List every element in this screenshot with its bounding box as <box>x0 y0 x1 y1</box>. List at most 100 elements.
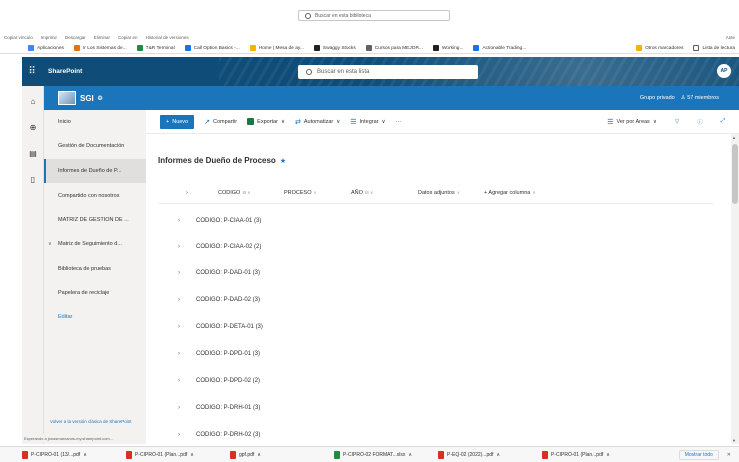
bookmark-item[interactable]: Cursos para MEJOR... <box>365 45 423 51</box>
column-header-ano[interactable]: AÑO ⊟ ∨ <box>351 190 373 196</box>
integrate-button[interactable]: ☰ Integrar ∨ <box>350 118 385 126</box>
site-logo[interactable] <box>58 91 76 105</box>
list-search-box[interactable]: Buscar en esta lista <box>298 65 478 79</box>
download-item[interactable]: P-CIPRO-01 (13/...pdf ∧ <box>22 450 118 459</box>
list-search-placeholder: Buscar en esta lista <box>317 69 370 75</box>
document-icon[interactable]: ▯ <box>28 174 38 184</box>
classic-view-link[interactable]: Volver a la versión clásica de SharePoin… <box>50 419 142 425</box>
home-icon[interactable]: ⌂ <box>28 96 38 106</box>
sharepoint-brand[interactable]: SharePoint <box>48 68 82 75</box>
expand-chevron-icon[interactable]: › <box>178 297 190 303</box>
expand-chevron-icon[interactable]: › <box>178 405 190 411</box>
expand-chevron-icon[interactable]: › <box>178 270 190 276</box>
delete-command[interactable]: Eliminar <box>94 35 110 40</box>
follow-icon[interactable]: ❂ <box>98 95 103 102</box>
nav-item-biblioteca-pruebas[interactable]: Biblioteca de pruebas <box>44 257 146 281</box>
share-button[interactable]: ↗ Compartir <box>204 118 237 126</box>
expand-chevron-icon[interactable]: › <box>178 378 190 384</box>
scroll-up-icon[interactable]: ▲ <box>732 135 736 140</box>
close-icon[interactable]: ✕ <box>727 452 731 458</box>
browser-search-placeholder: Buscar en esta biblioteca <box>315 12 371 19</box>
group-row[interactable]: › CODIGO: P-CIAA-01 (3) <box>158 208 713 234</box>
add-column-button[interactable]: + Agregar columna ∨ <box>484 190 536 196</box>
download-command[interactable]: Descargar <box>65 35 86 40</box>
site-membership: Grupo privado ♙ 57 miembros <box>640 95 719 101</box>
download-item[interactable]: gpf.pdf ∧ <box>230 450 326 459</box>
more-commands-button[interactable]: ··· <box>396 119 402 125</box>
site-name[interactable]: SGI <box>80 94 94 103</box>
group-row[interactable]: › CODIGO: P-DRH-01 (3) <box>158 395 713 421</box>
avatar[interactable]: AP <box>717 64 731 78</box>
reading-list[interactable]: Lista de lectura <box>693 45 735 51</box>
scroll-thumb[interactable] <box>732 144 738 204</box>
app-launcher-icon[interactable]: ⠿ <box>22 57 42 86</box>
bookmark-item[interactable]: T&R Terminal <box>136 45 175 51</box>
nav-item-informes-dueno[interactable]: Informes de Dueño de P... <box>44 159 146 183</box>
export-button[interactable]: Exportar ∨ <box>247 118 285 125</box>
group-row[interactable]: › CODIGO: P-DRH-02 (3) <box>158 422 713 444</box>
download-item[interactable]: P-CIPRO-02 FORMAT...xlsx ∧ <box>334 450 430 459</box>
nav-item-compartido[interactable]: Compartido con nosotros <box>44 184 146 208</box>
expand-chevron-icon[interactable]: › <box>178 244 190 250</box>
info-icon[interactable]: ⓘ <box>697 118 703 126</box>
bookmark-item[interactable]: Home | Mesa de ay... <box>249 45 304 51</box>
list-view: Informes de Dueño de Proceso ★ › CODIGO ⊟… <box>146 134 731 444</box>
news-icon[interactable]: ▤ <box>28 148 38 158</box>
group-row[interactable]: › CODIGO: P-DAD-02 (3) <box>158 287 713 313</box>
nav-item-matriz-seguimiento[interactable]: ∨ Matriz de Seguimiento d... <box>44 232 146 256</box>
filter-icon[interactable]: ▽ <box>675 119 679 125</box>
download-item[interactable]: P-CIPRO-01 (Plan...pdf ∧ <box>542 450 638 459</box>
back-command[interactable]: Ante <box>726 35 739 40</box>
bookmark-item[interactable]: Working... <box>432 45 463 51</box>
nav-edit-link[interactable]: Editar <box>44 305 146 329</box>
download-item[interactable]: P-CIPRO-01 (Plan...pdf ∧ <box>126 450 222 459</box>
new-button[interactable]: + Nuevo <box>160 114 195 129</box>
group-row[interactable]: › CODIGO: P-DETA-01 (3) <box>158 314 713 340</box>
bookmark-item[interactable]: Call Option Basics -... <box>184 45 240 51</box>
column-header-datos-adjuntos[interactable]: Datos adjuntos ∨ <box>418 190 460 196</box>
view-selector[interactable]: ☰ Ver por Areas ∨ <box>607 118 657 126</box>
globe-icon[interactable]: ⊕ <box>28 122 38 132</box>
bookmark-item[interactable]: Actionable Trading... <box>473 45 526 51</box>
group-row[interactable]: › CODIGO: P-DPD-01 (3) <box>158 341 713 367</box>
favorite-star-icon[interactable]: ★ <box>280 157 286 165</box>
version-history-command[interactable]: Historial de versiones <box>146 35 189 40</box>
bookmark-apps[interactable]: Aplicaciones <box>28 45 64 51</box>
bookmark-favicon-icon <box>184 45 191 51</box>
scroll-down-icon[interactable]: ▼ <box>732 438 736 443</box>
expand-chevron-icon[interactable]: › <box>178 351 190 357</box>
list-scrollbar[interactable]: ▲ ▼ <box>731 134 739 444</box>
copy-to-command[interactable]: Copiar en <box>118 35 138 40</box>
browser-status-text: Esperando a jonasmarcanos-my.sharepoint.… <box>22 434 152 443</box>
bookmark-item[interactable]: Ir Los Sistemas de... <box>73 45 127 51</box>
chevron-up-icon: ∧ <box>190 451 194 458</box>
show-all-downloads-button[interactable]: Mostrar todo <box>678 449 719 460</box>
column-header-proceso[interactable]: PROCESO ∨ <box>284 190 317 196</box>
bookmarks-bar: Aplicaciones Ir Los Sistemas de... T&R T… <box>0 43 739 54</box>
nav-item-inicio[interactable]: Inicio <box>44 110 146 134</box>
collapse-all-chevron-icon[interactable]: › <box>186 190 188 196</box>
column-header-codigo[interactable]: CODIGO ⊟ ∨ <box>218 190 251 196</box>
automate-button[interactable]: ⇄ Automatizar ∨ <box>295 118 340 126</box>
expand-chevron-icon[interactable]: › <box>178 218 190 224</box>
copy-link-command[interactable]: Copiar vínculo <box>4 35 33 40</box>
expand-chevron-icon[interactable]: › <box>178 324 190 330</box>
chevron-down-icon: ∨ <box>456 190 460 195</box>
group-row[interactable]: › CODIGO: P-DAD-01 (3) <box>158 260 713 286</box>
bookmark-item[interactable]: Swaggy Stocks <box>313 45 356 51</box>
print-command[interactable]: Imprimir <box>41 35 57 40</box>
chevron-down-icon[interactable]: ∨ <box>48 241 52 247</box>
nav-item-matriz-gestion[interactable]: MATRIZ DE GESTION DE ... <box>44 208 146 232</box>
group-row[interactable]: › CODIGO: P-DPD-02 (2) <box>158 368 713 394</box>
nav-item-papelera[interactable]: Papelera de reciclaje <box>44 281 146 305</box>
bookmark-favicon-icon <box>432 45 439 51</box>
download-item[interactable]: P-EQ-02 (2022)...pdf ∧ <box>438 450 534 459</box>
other-bookmarks[interactable]: Otros marcadores <box>636 45 683 51</box>
chevron-down-icon: ∨ <box>313 190 317 195</box>
expand-icon[interactable]: ⤢ <box>721 118 725 125</box>
group-row[interactable]: › CODIGO: P-CIAA-02 (2) <box>158 234 713 260</box>
browser-search-box[interactable]: Buscar en esta biblioteca <box>298 10 450 21</box>
nav-item-gestion-documentacion[interactable]: Gestión de Documentación <box>44 134 146 158</box>
expand-chevron-icon[interactable]: › <box>178 432 190 438</box>
members-link[interactable]: ♙ 57 miembros <box>681 95 719 101</box>
